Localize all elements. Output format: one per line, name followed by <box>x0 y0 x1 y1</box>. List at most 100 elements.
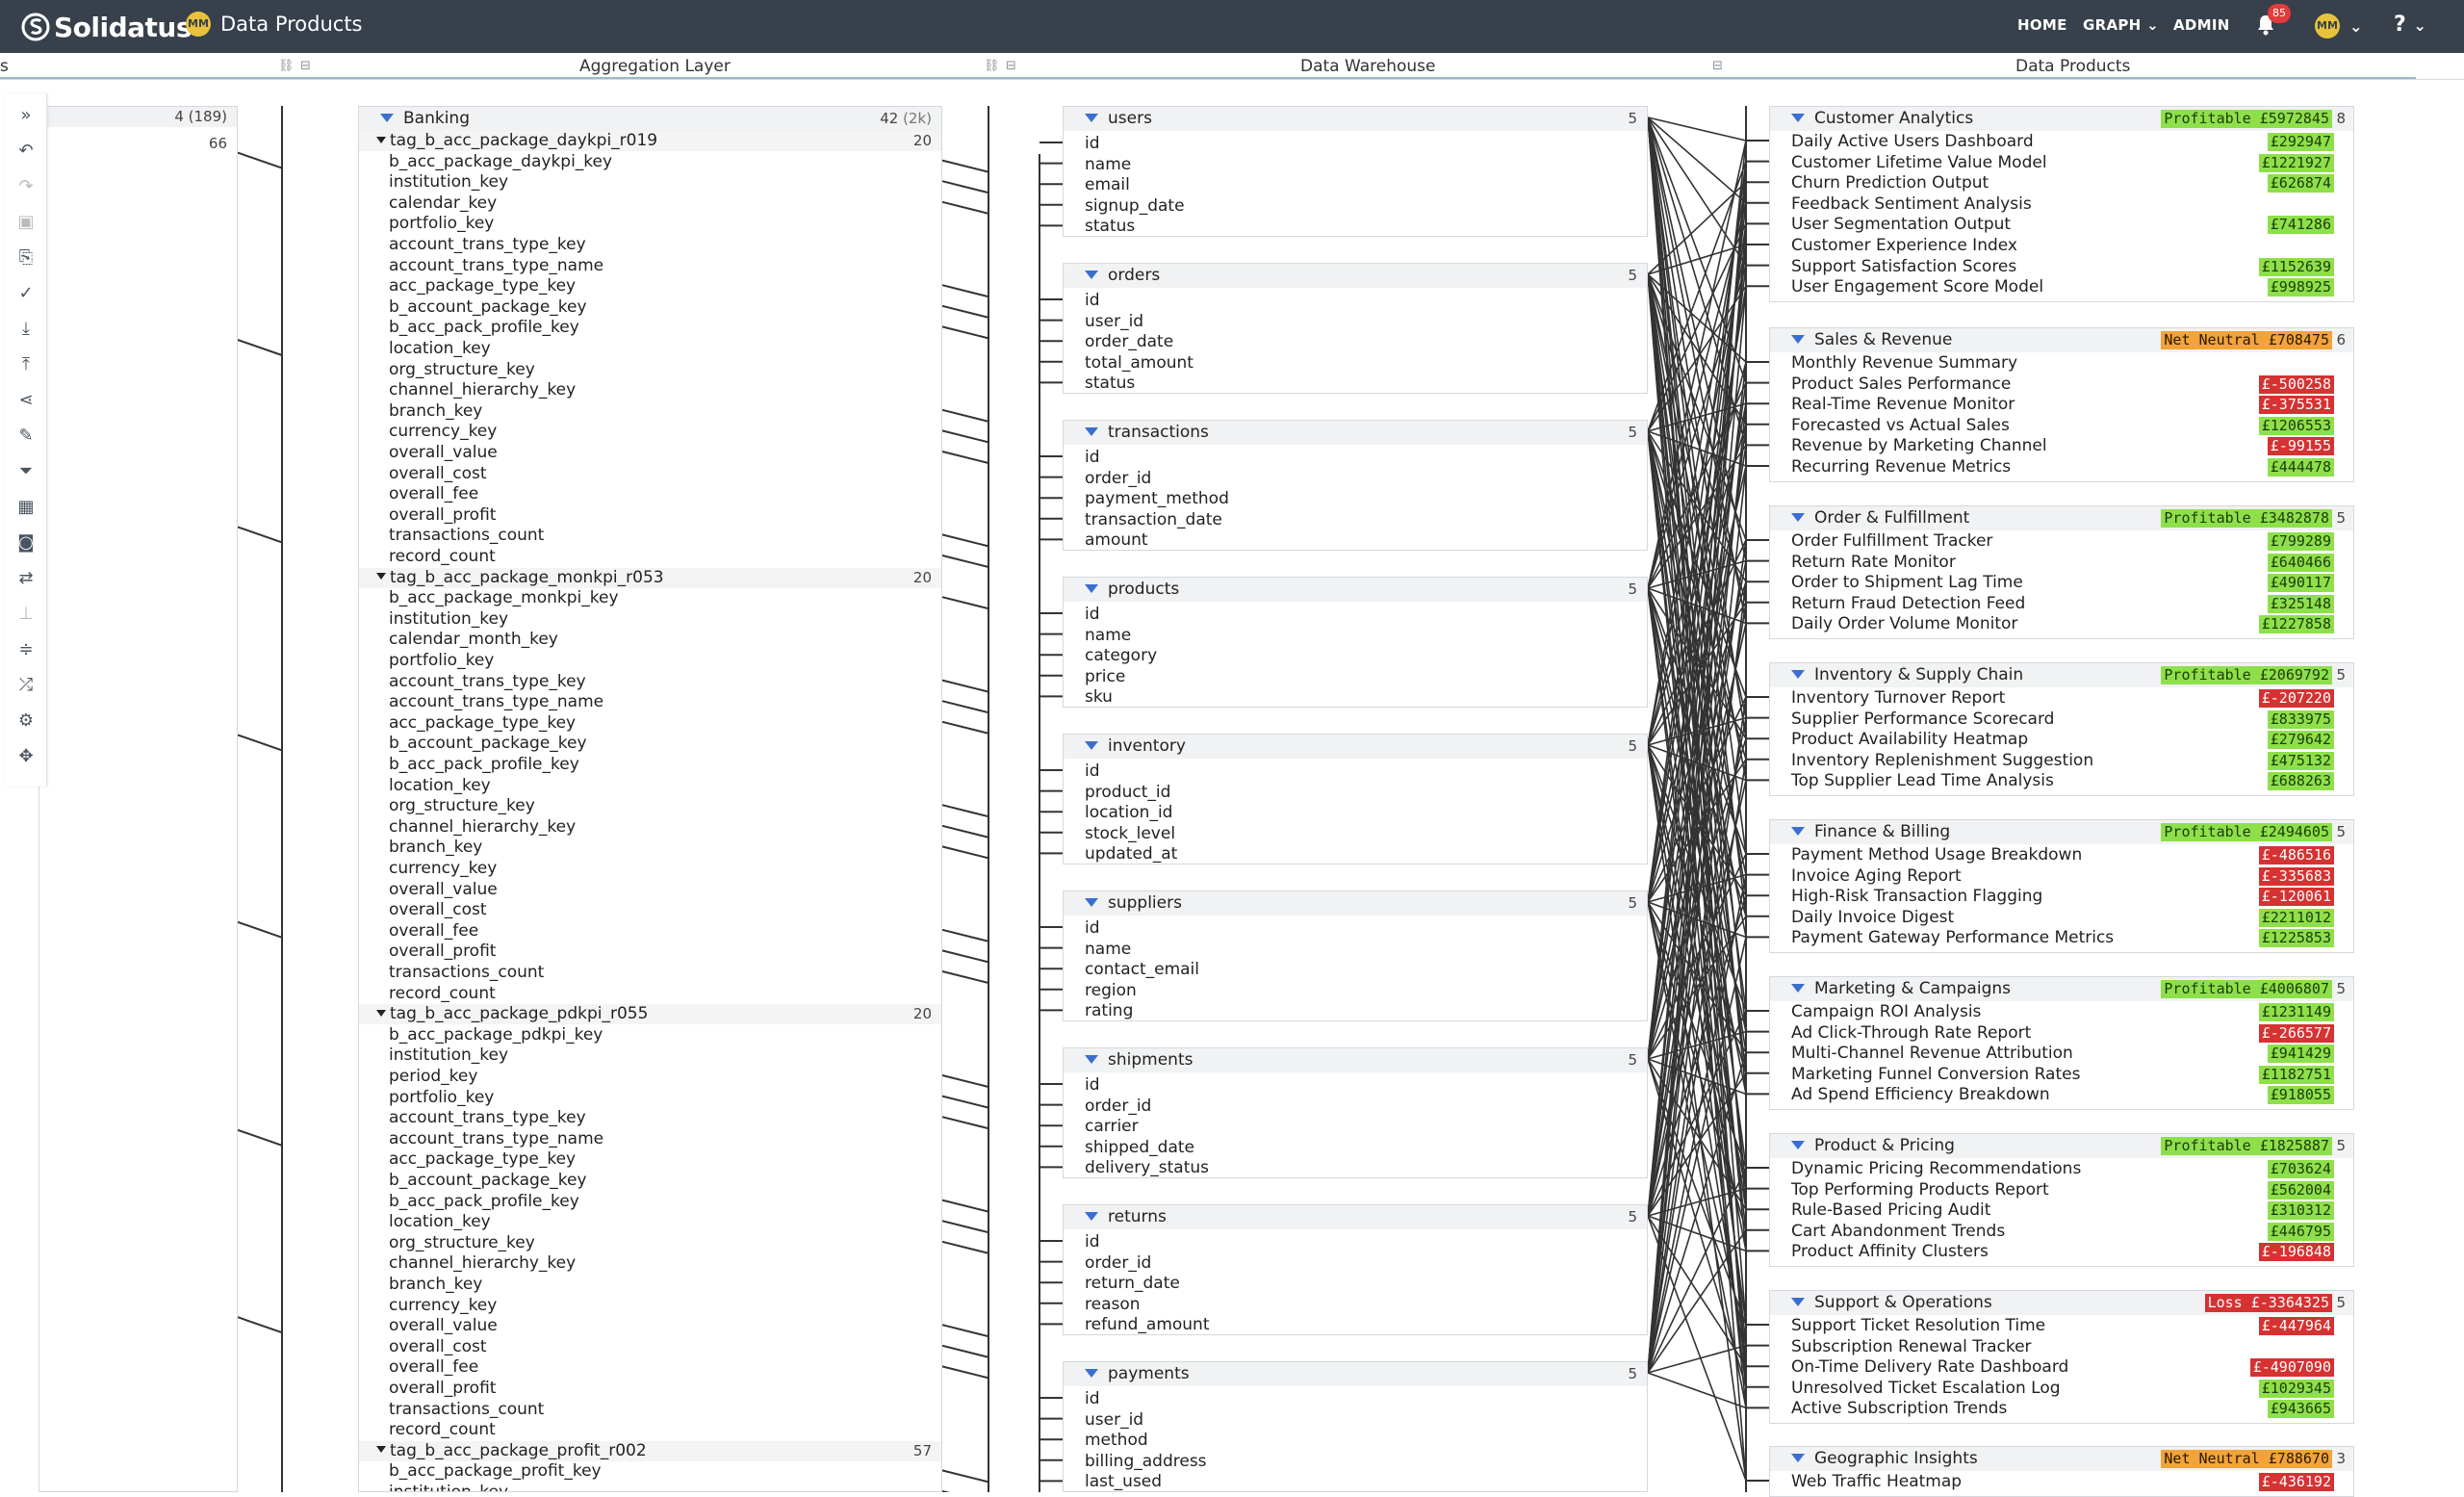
download-icon[interactable]: ⤓ <box>13 317 38 342</box>
field-row[interactable]: location_key <box>389 339 928 359</box>
field-row[interactable]: b_acc_package_daykpi_key <box>389 152 928 172</box>
table-icon[interactable]: ▦ <box>13 495 38 520</box>
product-row[interactable]: Customer Experience Index <box>1791 236 2353 256</box>
field-row[interactable]: transactions_count <box>389 1400 928 1420</box>
field-row[interactable]: price <box>1085 667 1624 687</box>
table-header[interactable]: orders 5 <box>1064 264 1647 288</box>
product-row[interactable]: Invoice Aging Report £-335683 <box>1791 866 2353 887</box>
field-row[interactable]: method <box>1085 1431 1624 1451</box>
camera-icon[interactable]: ◙ <box>13 530 38 555</box>
field-row[interactable]: account_trans_type_name <box>389 256 928 276</box>
collapse-triangle-icon[interactable] <box>1791 512 1805 522</box>
product-row[interactable]: Real-Time Revenue Monitor £-375531 <box>1791 395 2353 415</box>
product-row[interactable]: Return Rate Monitor £640466 <box>1791 553 2353 573</box>
field-row[interactable]: org_structure_key <box>389 1233 928 1253</box>
field-row[interactable]: calendar_key <box>389 194 928 214</box>
field-row[interactable]: rating <box>1085 1001 1624 1021</box>
collapse-triangle-icon[interactable] <box>1085 897 1098 907</box>
field-row[interactable]: b_account_package_key <box>389 734 928 754</box>
field-row[interactable]: overall_value <box>389 880 928 900</box>
collapse-triangle-icon[interactable] <box>1085 426 1098 436</box>
field-row[interactable]: reason <box>1085 1295 1624 1315</box>
collapse-triangle-icon[interactable] <box>1085 583 1098 593</box>
collapse-triangle-icon[interactable] <box>1791 983 1805 993</box>
field-row[interactable]: return_date <box>1085 1274 1624 1294</box>
collapse-triangle-icon[interactable] <box>1791 669 1805 679</box>
product-row[interactable]: Revenue by Marketing Channel £-99155 <box>1791 436 2353 456</box>
field-row[interactable]: stock_level <box>1085 824 1624 844</box>
field-row[interactable]: acc_package_type_key <box>389 276 928 297</box>
swap-icon[interactable]: ⇄ <box>13 566 38 591</box>
field-row[interactable]: last_used <box>1085 1472 1624 1492</box>
collapse-triangle-icon[interactable] <box>1085 1368 1098 1378</box>
undo-icon[interactable]: ↶ <box>13 139 38 164</box>
save-as-icon[interactable]: ⎘ <box>13 245 38 271</box>
field-row[interactable]: overall_fee <box>389 484 928 504</box>
product-group-header[interactable]: Marketing & Campaigns Profitable £4006807… <box>1770 977 2353 1001</box>
field-row[interactable]: overall_fee <box>389 1357 928 1378</box>
collapse-triangle-icon[interactable] <box>1791 113 1805 122</box>
field-row[interactable]: category <box>1085 646 1624 666</box>
product-row[interactable]: Dynamic Pricing Recommendations £703624 <box>1791 1159 2353 1179</box>
brush-icon[interactable]: ✎ <box>13 424 38 449</box>
product-group-header[interactable]: Customer Analytics Profitable £5972845 8 <box>1770 107 2353 131</box>
field-row[interactable]: institution_key <box>389 609 928 630</box>
field-row[interactable]: shipped_date <box>1085 1138 1624 1158</box>
field-row[interactable]: id <box>1085 918 1624 939</box>
field-row[interactable]: name <box>1085 940 1624 960</box>
upload-icon[interactable]: ⤒ <box>13 352 38 377</box>
field-row[interactable]: email <box>1085 175 1624 195</box>
product-row[interactable]: Active Subscription Trends £943665 <box>1791 1399 2353 1419</box>
field-row[interactable]: id <box>1085 761 1624 782</box>
field-row[interactable]: b_account_package_key <box>389 1171 928 1191</box>
field-row[interactable]: b_acc_pack_profile_key <box>389 318 928 338</box>
field-row[interactable]: location_key <box>389 776 928 796</box>
field-row[interactable]: overall_fee <box>389 921 928 942</box>
table-header[interactable]: users 5 <box>1064 107 1647 131</box>
field-row[interactable]: currency_key <box>389 422 928 442</box>
field-row[interactable]: portfolio_key <box>389 651 928 671</box>
product-row[interactable]: Ad Click-Through Rate Report £-266577 <box>1791 1023 2353 1044</box>
field-row[interactable]: portfolio_key <box>389 214 928 234</box>
table-header[interactable]: suppliers 5 <box>1064 891 1647 916</box>
group-row[interactable]: tag_b_acc_package_monkpi_r053 20 <box>359 567 941 588</box>
field-row[interactable]: acc_package_type_key <box>389 1149 928 1170</box>
field-row[interactable]: account_trans_type_name <box>389 692 928 712</box>
field-row[interactable]: billing_address <box>1085 1452 1624 1472</box>
field-row[interactable]: b_account_package_key <box>389 297 928 318</box>
product-row[interactable]: User Engagement Score Model £998925 <box>1791 277 2353 297</box>
product-row[interactable]: Rule-Based Pricing Audit £310312 <box>1791 1200 2353 1221</box>
product-row[interactable]: Top Supplier Lead Time Analysis £688263 <box>1791 771 2353 791</box>
product-row[interactable]: Web Traffic Heatmap £-436192 <box>1791 1472 2353 1492</box>
field-row[interactable]: payment_method <box>1085 489 1624 509</box>
field-row[interactable]: id <box>1085 1232 1624 1252</box>
field-row[interactable]: overall_value <box>389 443 928 463</box>
product-row[interactable]: Recurring Revenue Metrics £444478 <box>1791 457 2353 477</box>
product-row[interactable]: Product Availability Heatmap £279642 <box>1791 730 2353 750</box>
collapse-triangle-icon[interactable] <box>380 113 394 122</box>
field-row[interactable]: channel_hierarchy_key <box>389 1253 928 1274</box>
field-row[interactable]: b_acc_package_profit_key <box>389 1461 928 1482</box>
product-group-header[interactable]: Inventory & Supply Chain Profitable £2069… <box>1770 663 2353 687</box>
collapse-triangle-icon[interactable] <box>1791 1297 1805 1306</box>
product-row[interactable]: Monthly Revenue Summary <box>1791 353 2353 374</box>
collapse-triangle-icon[interactable] <box>1791 1453 1805 1462</box>
field-row[interactable]: institution_key <box>389 172 928 193</box>
field-row[interactable]: location_id <box>1085 803 1624 823</box>
product-row[interactable]: Inventory Turnover Report £-207220 <box>1791 688 2353 709</box>
field-row[interactable]: name <box>1085 626 1624 646</box>
collapse-triangle-icon[interactable] <box>1085 270 1098 279</box>
product-row[interactable]: Daily Order Volume Monitor £1227858 <box>1791 614 2353 634</box>
field-row[interactable]: org_structure_key <box>389 796 928 816</box>
product-row[interactable]: User Segmentation Output £741286 <box>1791 215 2353 235</box>
field-row[interactable]: overall_cost <box>389 464 928 484</box>
table-header[interactable]: products 5 <box>1064 578 1647 602</box>
move-icon[interactable]: ✥ <box>13 744 38 769</box>
field-row[interactable]: contact_email <box>1085 960 1624 980</box>
field-row[interactable]: updated_at <box>1085 844 1624 865</box>
collapse-triangle-icon[interactable] <box>1791 334 1805 344</box>
collapse-triangle-icon[interactable] <box>1085 740 1098 750</box>
distribute-icon[interactable]: ≑ <box>13 637 38 662</box>
collapse-triangle-icon[interactable] <box>1085 113 1098 122</box>
field-row[interactable]: amount <box>1085 530 1624 551</box>
